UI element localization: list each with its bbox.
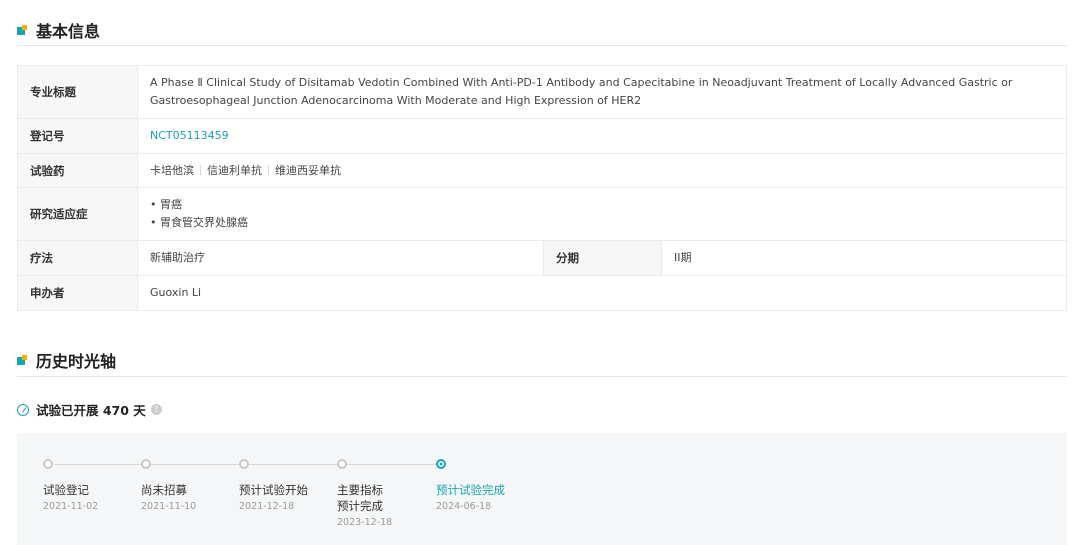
timeline-step-label: 试验登记 [43, 483, 89, 497]
timeline: 试验登记 2021-11-02 尚未招募 2021-11-10 预计试验开始 2… [17, 433, 1067, 545]
timeline-step-date: 2021-11-02 [43, 501, 99, 512]
sponsor-value: Guoxin Li [137, 275, 1067, 311]
drug-separator [200, 164, 201, 175]
study-title-value: A Phase Ⅱ Clinical Study of Disitamab Ve… [137, 65, 1067, 119]
help-icon[interactable]: ? [150, 404, 162, 415]
basic-info-header: 基本信息 [17, 18, 100, 42]
indication-item: 胃癌 [150, 196, 1054, 214]
timeline-dot [239, 459, 249, 469]
section-divider [17, 376, 1067, 377]
indication-list: 胃癌 胃食管交界处腺癌 [137, 187, 1067, 241]
timeline-step-date: 2023-12-18 [337, 517, 393, 528]
drug-separator [268, 164, 269, 175]
section-title: 历史时光轴 [36, 352, 117, 371]
timeline-dot [43, 459, 53, 469]
timeline-step: 预计试验开始 2021-12-18 [218, 459, 318, 512]
timeline-step-label: 尚未招募 [141, 483, 187, 497]
timeline-step-label: 预计试验完成 [436, 483, 505, 497]
timeline-dot-active [436, 459, 446, 469]
row-label: 分期 [543, 240, 662, 276]
section-marker-icon [17, 25, 27, 35]
trial-duration-text: 试验已开展 470 天 [36, 403, 146, 418]
therapy-value: 新辅助治疗 [137, 240, 544, 276]
timeline-step-date: 2021-11-10 [141, 501, 197, 512]
trial-duration: 试验已开展 470 天 ? [17, 400, 162, 419]
timeline-step: 试验登记 2021-11-02 [22, 459, 122, 512]
table-row: 试验药 卡培他滨 信迪利单抗 维迪西妥单抗 [17, 153, 1067, 188]
registration-number-link[interactable]: NCT05113459 [150, 129, 229, 142]
leaf-icon [17, 403, 29, 416]
phase-value: II期 [661, 240, 1067, 276]
row-label: 专业标题 [17, 65, 138, 119]
table-row: 登记号 NCT05113459 [17, 118, 1067, 154]
timeline-dot [141, 459, 151, 469]
timeline-label-line: 预计完成 [337, 499, 383, 513]
row-label: 试验药 [17, 153, 138, 188]
indication-item: 胃食管交界处腺癌 [150, 214, 1054, 232]
table-row: 申办者 Guoxin Li [17, 275, 1067, 311]
table-row: 疗法 新辅助治疗 分期 II期 [17, 240, 1067, 276]
timeline-step-label: 主要指标 预计完成 [337, 482, 416, 514]
timeline-step: 主要指标 预计完成 2023-12-18 [316, 459, 416, 528]
section-marker-icon [17, 355, 27, 365]
history-header: 历史时光轴 [17, 348, 116, 372]
timeline-step: 尚未招募 2021-11-10 [120, 459, 220, 512]
drug-item: 卡培他滨 [150, 163, 194, 177]
timeline-step-date: 2024-06-18 [436, 501, 492, 512]
row-label: 疗法 [17, 240, 138, 276]
row-label: 登记号 [17, 118, 138, 154]
section-title: 基本信息 [36, 22, 101, 41]
drug-list: 卡培他滨 信迪利单抗 维迪西妥单抗 [137, 153, 1067, 188]
drug-item: 信迪利单抗 [207, 163, 262, 177]
timeline-dot [337, 459, 347, 469]
basic-info-table: 专业标题 A Phase Ⅱ Clinical Study of Disitam… [17, 65, 1067, 311]
timeline-step-current: 预计试验完成 2024-06-18 [415, 459, 515, 512]
table-row: 研究适应症 胃癌 胃食管交界处腺癌 [17, 187, 1067, 241]
timeline-label-line: 主要指标 [337, 483, 383, 497]
row-label: 研究适应症 [17, 187, 138, 241]
timeline-step-date: 2021-12-18 [239, 501, 295, 512]
section-divider [17, 45, 1067, 46]
row-label: 申办者 [17, 275, 138, 311]
table-row: 专业标题 A Phase Ⅱ Clinical Study of Disitam… [17, 65, 1067, 119]
drug-item: 维迪西妥单抗 [275, 163, 341, 177]
timeline-step-label: 预计试验开始 [239, 483, 308, 497]
